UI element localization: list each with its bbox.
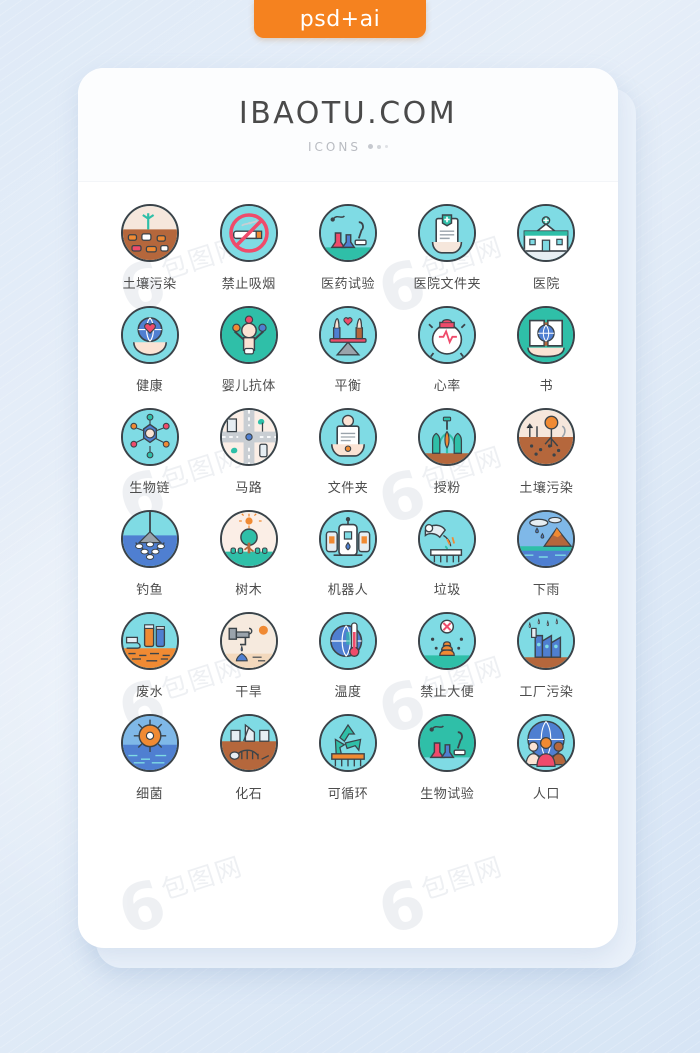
icon-label: 人口 — [532, 787, 560, 802]
icon-item-no-smoking[interactable]: 禁止吸烟 — [199, 204, 298, 292]
icon-item-fishing[interactable]: 钓鱼 — [100, 510, 199, 598]
icon-item-population[interactable]: 人口 — [497, 714, 596, 802]
icon-label: 钓鱼 — [136, 583, 164, 598]
icon-item-wastewater[interactable]: 废水 — [100, 612, 199, 700]
icon-label: 文件夹 — [327, 481, 369, 496]
pollination-icon[interactable] — [418, 408, 477, 466]
icon-label: 书 — [539, 379, 554, 394]
rain-icon[interactable] — [517, 510, 576, 568]
temperature-icon[interactable] — [318, 612, 377, 670]
icon-item-book[interactable]: 书 — [497, 306, 596, 394]
page-title: IBAOTU.COM — [238, 95, 458, 131]
icon-item-drought[interactable]: 干旱 — [199, 612, 298, 700]
icon-item-soil-pollution[interactable]: 土壤污染 — [100, 204, 199, 292]
icon-item-heart-rate[interactable]: 心率 — [398, 306, 497, 394]
badge-label: psd+ai — [299, 6, 381, 32]
icon-item-road[interactable]: 马路 — [199, 408, 298, 496]
icon-item-factory-pollution[interactable]: 工厂污染 — [497, 612, 596, 700]
recyclable-icon[interactable] — [318, 714, 377, 772]
icon-label: 废水 — [136, 685, 164, 700]
icon-label: 医药试验 — [320, 277, 375, 292]
bacteria-icon[interactable] — [120, 714, 179, 772]
medical-experiment-icon[interactable] — [318, 204, 377, 262]
biological-chain-icon[interactable] — [120, 408, 179, 466]
drought-icon[interactable] — [219, 612, 278, 670]
icon-grid: 土壤污染 禁止吸烟 医药试验 医院文件夹 医院 健康 婴儿抗体 平衡 心率 书 … — [78, 182, 618, 802]
icon-label: 医院文件夹 — [413, 277, 481, 292]
garbage-icon[interactable] — [418, 510, 477, 568]
icon-item-fossil[interactable]: 化石 — [199, 714, 298, 802]
icon-label: 禁止大便 — [420, 685, 475, 700]
icon-label: 干旱 — [235, 685, 263, 700]
icon-item-medical-experiment[interactable]: 医药试验 — [298, 204, 397, 292]
icon-item-folder[interactable]: 文件夹 — [298, 408, 397, 496]
soil-pollution-icon[interactable] — [120, 204, 179, 262]
icon-item-health[interactable]: 健康 — [100, 306, 199, 394]
icon-label: 工厂污染 — [519, 685, 574, 700]
icon-label: 树木 — [235, 583, 263, 598]
icon-label: 细菌 — [136, 787, 164, 802]
icon-label: 化石 — [235, 787, 263, 802]
psd-ai-badge: psd+ai — [254, 0, 426, 38]
soil-pollution-2-icon[interactable] — [517, 408, 576, 466]
icon-label: 婴儿抗体 — [221, 379, 276, 394]
subtitle-row: ICONS — [308, 140, 388, 154]
robot-icon[interactable] — [318, 510, 377, 568]
road-icon[interactable] — [219, 408, 278, 466]
trees-icon[interactable] — [219, 510, 278, 568]
icon-label: 心率 — [433, 379, 461, 394]
icon-item-hospital[interactable]: 医院 — [497, 204, 596, 292]
icon-label: 医院 — [532, 277, 560, 292]
hospital-folder-icon[interactable] — [418, 204, 477, 262]
icon-item-soil-pollution-2[interactable]: 土壤污染 — [497, 408, 596, 496]
icon-item-bacteria[interactable]: 细菌 — [100, 714, 199, 802]
icon-label: 下雨 — [532, 583, 560, 598]
icon-label: 平衡 — [334, 379, 362, 394]
icon-item-hospital-folder[interactable]: 医院文件夹 — [398, 204, 497, 292]
icon-item-temperature[interactable]: 温度 — [298, 612, 397, 700]
subtitle-text: ICONS — [308, 139, 361, 154]
icon-item-trees[interactable]: 树木 — [199, 510, 298, 598]
biology-experiment-icon[interactable] — [418, 714, 477, 772]
heart-rate-icon[interactable] — [418, 306, 477, 364]
icon-item-balance[interactable]: 平衡 — [298, 306, 397, 394]
book-icon[interactable] — [517, 306, 576, 364]
ellipsis-dots-icon — [367, 144, 388, 149]
icon-label: 机器人 — [327, 583, 369, 598]
icon-set-card: IBAOTU.COM ICONS 6包图网 6包图网 6包图网 6包图网 6包图… — [78, 68, 618, 948]
icon-label: 授粉 — [433, 481, 461, 496]
icon-label: 健康 — [136, 379, 164, 394]
icon-label: 禁止吸烟 — [221, 277, 276, 292]
fishing-icon[interactable] — [120, 510, 179, 568]
icon-item-robot[interactable]: 机器人 — [298, 510, 397, 598]
icon-label: 土壤污染 — [122, 277, 177, 292]
card-header: IBAOTU.COM ICONS — [78, 68, 618, 182]
icon-label: 可循环 — [327, 787, 369, 802]
icon-item-garbage[interactable]: 垃圾 — [398, 510, 497, 598]
balance-icon[interactable] — [318, 306, 377, 364]
icon-label: 生物链 — [129, 481, 170, 496]
no-defecation-icon[interactable] — [418, 612, 477, 670]
fossil-icon[interactable] — [219, 714, 278, 772]
population-icon[interactable] — [517, 714, 576, 772]
folder-icon[interactable] — [318, 408, 377, 466]
icon-label: 垃圾 — [433, 583, 461, 598]
no-smoking-icon[interactable] — [219, 204, 278, 262]
icon-label: 生物试验 — [420, 787, 475, 802]
icon-item-no-defecation[interactable]: 禁止大便 — [398, 612, 497, 700]
hospital-icon[interactable] — [517, 204, 576, 262]
health-icon[interactable] — [120, 306, 179, 364]
icon-item-baby-antibody[interactable]: 婴儿抗体 — [199, 306, 298, 394]
wastewater-icon[interactable] — [120, 612, 179, 670]
icon-label: 马路 — [235, 481, 263, 496]
factory-pollution-icon[interactable] — [517, 612, 576, 670]
icon-item-rain[interactable]: 下雨 — [497, 510, 596, 598]
icon-item-biology-experiment[interactable]: 生物试验 — [398, 714, 497, 802]
icon-label: 土壤污染 — [519, 481, 574, 496]
icon-item-recyclable[interactable]: 可循环 — [298, 714, 397, 802]
icon-item-biological-chain[interactable]: 生物链 — [100, 408, 199, 496]
icon-item-pollination[interactable]: 授粉 — [398, 408, 497, 496]
baby-antibody-icon[interactable] — [219, 306, 278, 364]
icon-label: 温度 — [334, 685, 362, 700]
